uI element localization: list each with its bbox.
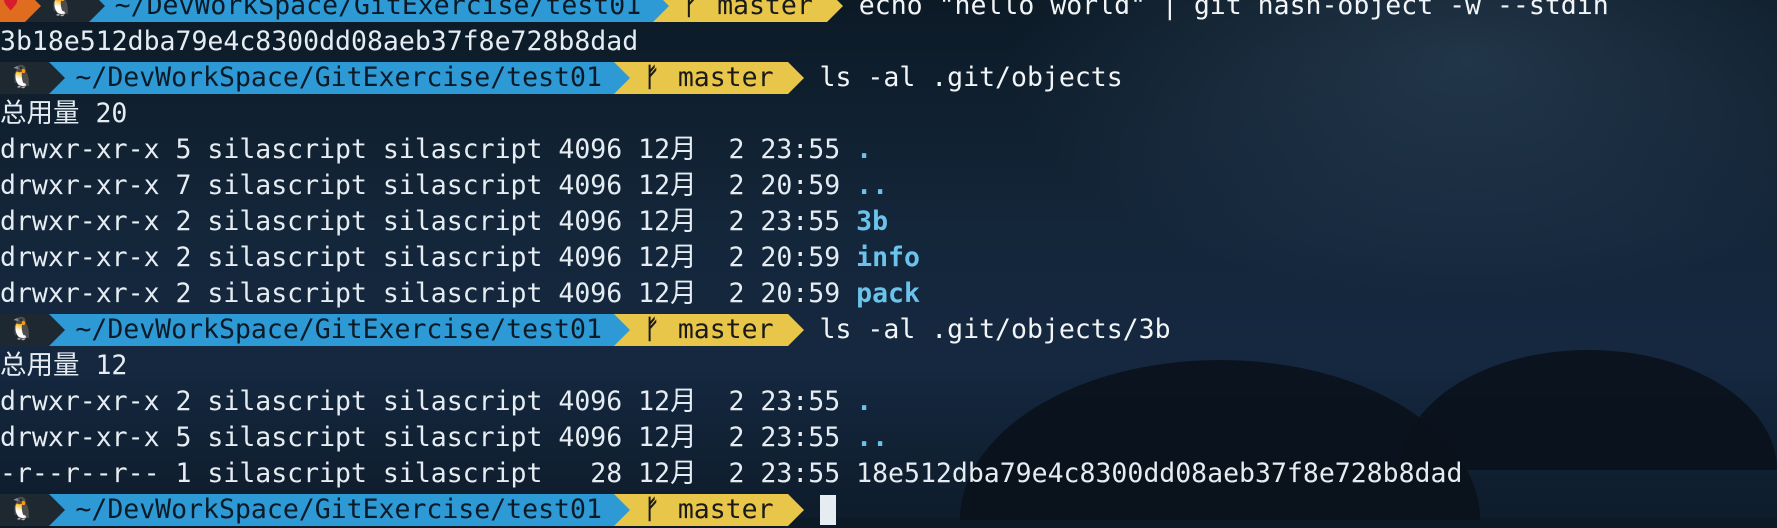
user-segment: 🐧 [0, 314, 66, 346]
prompt-line: 🐧 ~/DevWorkSpace/GitExercise/test01 ᚠ ma… [0, 312, 1777, 348]
text-cursor[interactable] [819, 495, 836, 525]
listing-row: drwxr-xr-x 5 silascript silascript 4096 … [0, 420, 1777, 456]
branch-segment: ᚠ master [613, 62, 804, 94]
prompt-line: 🐧 ~/DevWorkSpace/GitExercise/test01 ᚠ ma… [0, 60, 1777, 96]
path-segment: ~/DevWorkSpace/GitExercise/test01 [49, 62, 630, 94]
listing-name: .. [856, 422, 889, 453]
linux-penguin-icon: 🐧 [8, 497, 36, 522]
listing-meta: drwxr-xr-x 7 silascript silascript 4096 … [0, 170, 857, 201]
listing-row: drwxr-xr-x 2 silascript silascript 4096 … [0, 276, 1777, 312]
linux-penguin-icon: 🐧 [8, 317, 36, 342]
listing-name: 3b [856, 206, 889, 237]
branch-name: master [677, 314, 774, 345]
linux-penguin-icon: 🐧 [8, 65, 36, 90]
listing-name: info [856, 242, 920, 273]
git-branch-icon: ᚠ [643, 314, 660, 345]
listing-name: . [856, 386, 873, 417]
listing-meta: drwxr-xr-x 2 silascript silascript 4096 … [0, 206, 857, 237]
listing-row: drwxr-xr-x 2 silascript silascript 4096 … [0, 384, 1777, 420]
branch-segment: ᚠ master [613, 494, 804, 526]
output-line: 3b18e512dba79e4c8300dd08aeb37f8e728b8dad [0, 26, 639, 57]
cwd-path: ~/DevWorkSpace/GitExercise/test01 [75, 494, 602, 525]
listing-meta: drwxr-xr-x 2 silascript silascript 4096 … [0, 386, 857, 417]
listing-meta: drwxr-xr-x 5 silascript silascript 4096 … [0, 422, 857, 453]
command-text: echo "hello world" | git hash-object -w … [858, 0, 1609, 21]
terminal[interactable]: ♥ 🐧 ~/DevWorkSpace/GitExercise/test01 ᚠ … [0, 0, 1777, 528]
user-segment: 🐧 [0, 62, 66, 94]
listing-row: drwxr-xr-x 2 silascript silascript 4096 … [0, 240, 1777, 276]
branch-name: master [677, 494, 774, 525]
listing-row: -r--r--r-- 1 silascript silascript 28 12… [0, 456, 1777, 492]
cwd-path: ~/DevWorkSpace/GitExercise/test01 [114, 0, 642, 21]
listing-name: 18e512dba79e4c8300dd08aeb37f8e728b8dad [856, 458, 1463, 489]
listing-name: pack [856, 278, 920, 309]
listing-name: .. [856, 170, 889, 201]
path-segment: ~/DevWorkSpace/GitExercise/test01 [49, 314, 630, 346]
branch-name: master [717, 0, 813, 21]
listing-row: drwxr-xr-x 2 silascript silascript 4096 … [0, 204, 1777, 240]
git-branch-icon: ᚠ [683, 0, 700, 21]
git-branch-icon: ᚠ [643, 494, 660, 525]
user-segment: 🐧 [0, 494, 66, 526]
git-branch-icon: ᚠ [643, 62, 660, 93]
listing-row: drwxr-xr-x 7 silascript silascript 4096 … [0, 168, 1777, 204]
listing-meta: -r--r--r-- 1 silascript silascript 28 12… [0, 458, 857, 489]
command-text: ls -al .git/objects [819, 62, 1123, 93]
command-text: ls -al .git/objects/3b [819, 314, 1171, 345]
linux-penguin-icon: 🐧 [47, 0, 75, 18]
listing-meta: drwxr-xr-x 2 silascript silascript 4096 … [0, 242, 857, 273]
path-segment: ~/DevWorkSpace/GitExercise/test01 [88, 0, 670, 22]
listing-meta: drwxr-xr-x 5 silascript silascript 4096 … [0, 134, 857, 165]
heart-icon: ♥ [4, 0, 18, 18]
status-segment: ♥ [0, 0, 42, 22]
listing-meta: drwxr-xr-x 2 silascript silascript 4096 … [0, 278, 857, 309]
output-line: 总用量 12 [0, 350, 128, 381]
cwd-path: ~/DevWorkSpace/GitExercise/test01 [75, 62, 602, 93]
branch-segment: ᚠ master [653, 0, 843, 22]
branch-segment: ᚠ master [613, 314, 804, 346]
cwd-path: ~/DevWorkSpace/GitExercise/test01 [75, 314, 602, 345]
listing-name: . [856, 134, 873, 165]
path-segment: ~/DevWorkSpace/GitExercise/test01 [49, 494, 630, 526]
prompt-line: 🐧 ~/DevWorkSpace/GitExercise/test01 ᚠ ma… [0, 492, 1777, 528]
listing-row: drwxr-xr-x 5 silascript silascript 4096 … [0, 132, 1777, 168]
output-line: 总用量 20 [0, 98, 128, 129]
prompt-line: ♥ 🐧 ~/DevWorkSpace/GitExercise/test01 ᚠ … [0, 0, 1777, 24]
branch-name: master [677, 62, 774, 93]
